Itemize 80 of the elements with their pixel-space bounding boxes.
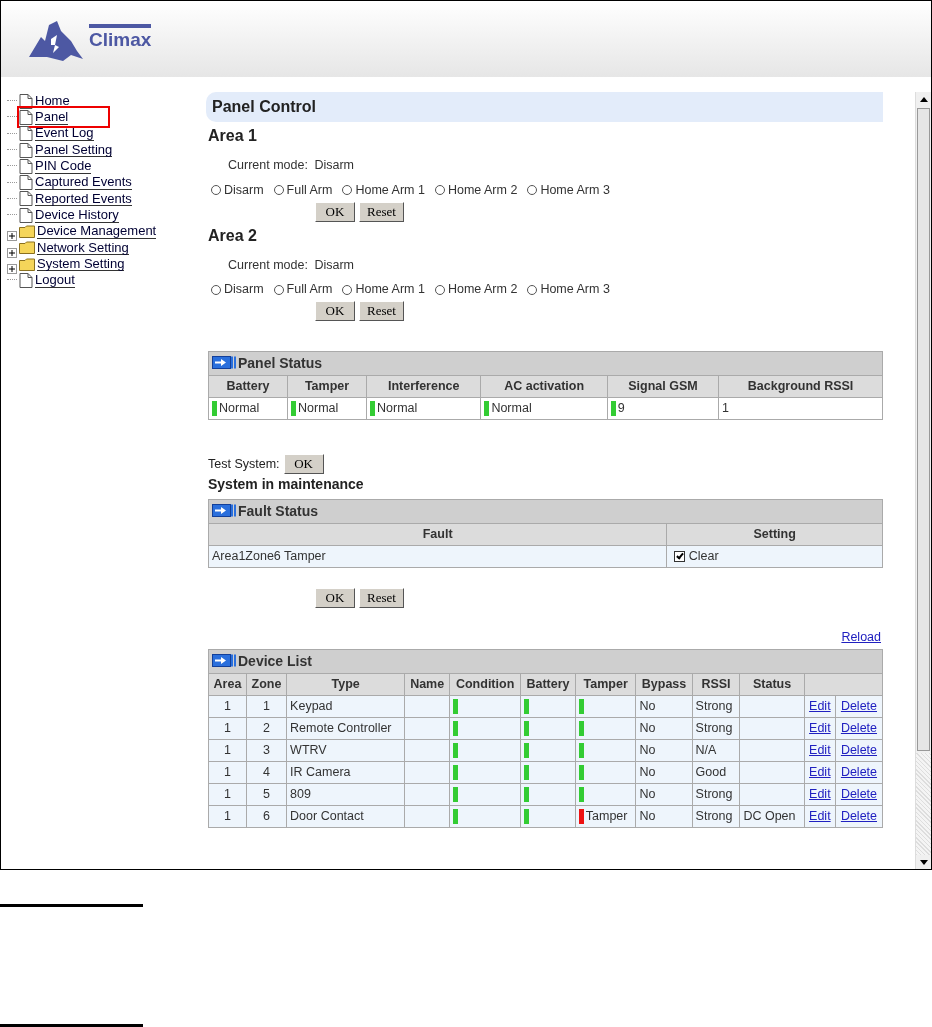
mode-value: Disarm [314,158,354,172]
area-title: Area 1 [208,126,258,146]
folder-icon [19,257,35,271]
radio-button[interactable]: Full Arm [273,180,333,200]
folder-icon [19,241,35,255]
folder-icon [19,225,35,238]
mode-value: Disarm [314,257,354,272]
document-icon [19,175,33,191]
scroll-up-icon[interactable] [919,96,928,102]
expand-icon[interactable] [7,263,17,274]
table-cell: 1 [208,717,247,740]
nav-link[interactable]: Network Setting [37,240,129,256]
test-system-label: Test System: [208,455,280,473]
mode-label: Current mode: [228,257,308,272]
document-icon [19,142,33,158]
radio-button[interactable]: Disarm [211,180,264,200]
table-title: Panel Status [208,351,883,376]
column-header: Setting [666,523,883,546]
document-icon [19,272,33,288]
nav-link[interactable]: Device Management [37,224,157,239]
nav-link[interactable]: PIN Code [35,159,92,174]
radio-button[interactable]: Disarm [211,280,264,299]
radio-button[interactable]: Home Arm 1 [342,180,425,200]
ok-button[interactable]: OK [283,454,324,474]
ok-button[interactable]: OK [315,301,355,321]
scrollbar-thumb[interactable] [917,108,930,751]
reset-button[interactable]: Reset [359,588,404,608]
reload-link[interactable]: Reload [841,630,881,644]
ok-button[interactable]: OK [315,588,355,608]
scroll-down-icon[interactable] [919,859,928,865]
document-icon [19,191,33,207]
document-icon [19,207,33,223]
reset-button[interactable]: Reset [359,301,404,321]
tamper-text: Tamper [585,808,628,823]
nav-link[interactable]: Captured Events [35,175,132,190]
column-header: Battery [208,375,288,398]
arrow-icon [212,504,236,517]
radio-button[interactable]: Home Arm 2 [434,180,518,200]
table-cell: 1 [208,761,247,784]
nav-link[interactable]: Event Log [35,126,94,142]
column-header: Background RSSI [718,375,883,398]
document-icon [19,126,33,142]
page-title: Panel Control [206,92,883,122]
table-cell: 1 [208,805,247,828]
maintenance-text: System in maintenance [208,475,365,494]
table-cell: Normal [208,397,288,420]
table-title: Device List [208,649,883,674]
nav-link[interactable]: Panel Setting [35,142,113,158]
table-cell: 1 [718,397,883,420]
nav-link[interactable]: Device History [35,207,119,223]
nav-link[interactable]: Home [35,93,70,109]
radio-button[interactable]: Home Arm 2 [434,280,518,299]
nav-link[interactable]: System Setting [37,256,125,272]
table-cell: 1 [208,695,247,718]
scrollbar[interactable] [915,92,931,869]
document-icon [19,109,33,125]
logo-text: Climax [89,23,152,49]
arrow-icon [212,653,236,667]
expand-icon[interactable] [7,247,17,258]
table-cell: Area1Zone6 Tamper [208,545,667,568]
radio-button[interactable]: Home Arm 3 [527,180,610,200]
nav-link[interactable]: Reported Events [35,191,132,207]
expand-icon[interactable] [7,231,17,242]
area-title: Area 2 [208,225,258,246]
table-cell: 1 [208,739,247,762]
column-header: Fault [208,523,667,546]
ok-button[interactable]: OK [315,201,355,222]
radio-button[interactable]: Home Arm 3 [527,280,610,299]
nav-link[interactable]: Logout [35,273,75,288]
mode-label: Current mode: [228,158,308,172]
reset-button[interactable]: Reset [359,201,404,222]
table-title: Fault Status [208,499,883,524]
checkbox[interactable]: Clear [674,547,719,566]
column-header: Area [208,673,247,696]
arrow-icon [212,356,236,369]
nav-link[interactable]: Panel [35,110,69,125]
radio-button[interactable]: Home Arm 1 [342,280,425,299]
document-icon [19,158,33,174]
table-cell: 1 [208,783,247,806]
radio-button[interactable]: Full Arm [273,280,333,299]
